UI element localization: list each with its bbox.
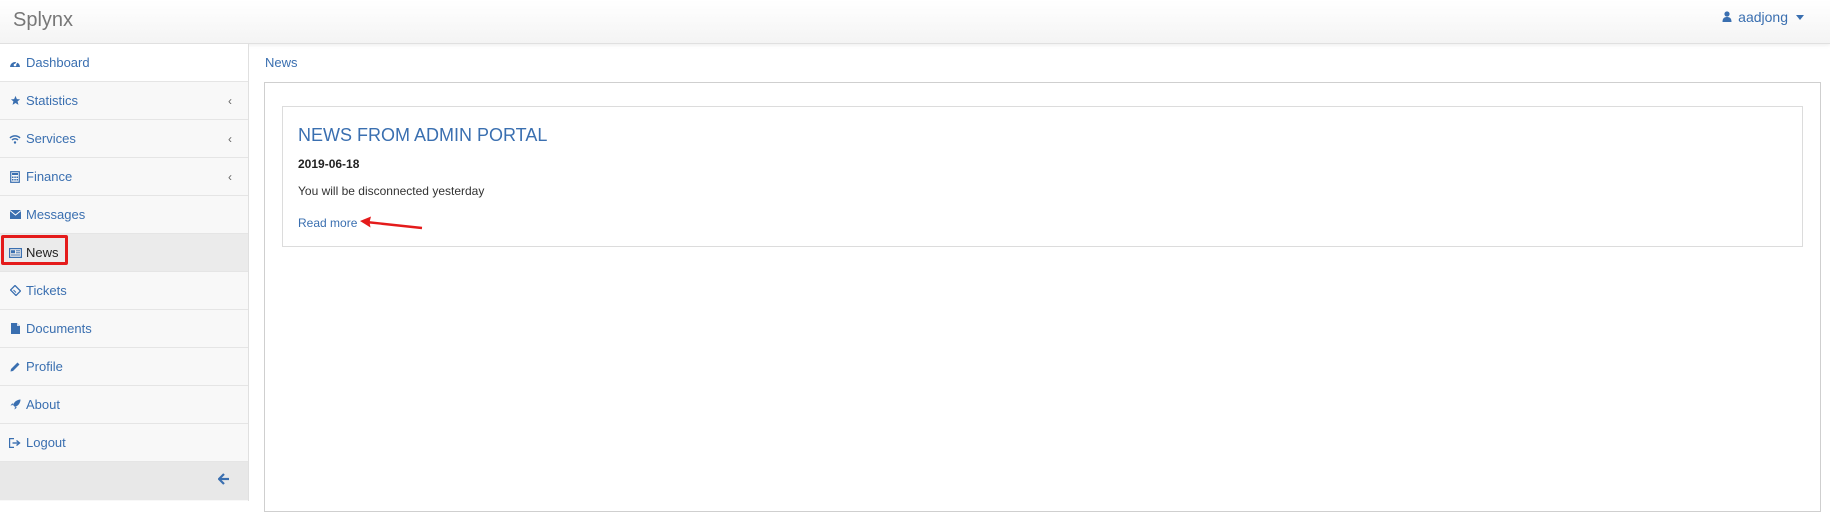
- arrow-left-icon[interactable]: [217, 472, 230, 488]
- sidebar-item-label: Tickets: [26, 283, 67, 298]
- breadcrumb[interactable]: News: [265, 55, 298, 70]
- sign-out-icon: [8, 436, 22, 450]
- sidebar-item-label: Statistics: [26, 93, 79, 108]
- chevron-left-icon: ‹: [228, 170, 232, 184]
- news-text: You will be disconnected yesterday: [298, 184, 485, 198]
- chevron-left-icon: ‹: [228, 132, 232, 146]
- brand-logo[interactable]: Splynx: [13, 9, 73, 32]
- envelope-icon: [8, 208, 22, 222]
- ticket-icon: [8, 284, 22, 298]
- read-more-link[interactable]: Read more: [298, 216, 357, 230]
- sidebar-item-profile[interactable]: Profile: [0, 348, 248, 386]
- top-navbar: Splynx aadjong: [0, 0, 1830, 44]
- sidebar-item-label: News: [26, 245, 59, 260]
- sidebar-item-statistics[interactable]: Statistics ‹: [0, 82, 248, 120]
- wifi-icon: [8, 132, 22, 146]
- sidebar-item-label: About: [26, 397, 60, 412]
- sidebar-item-label: Profile: [26, 359, 63, 374]
- star-icon: [8, 94, 22, 108]
- user-icon: [1722, 9, 1732, 25]
- calculator-icon: [8, 170, 22, 184]
- sidebar-item-label: Messages: [26, 207, 86, 222]
- sidebar-item-label: Services: [26, 131, 76, 146]
- sidebar-item-label: Documents: [26, 321, 92, 336]
- sidebar-item-tickets[interactable]: Tickets: [0, 272, 248, 310]
- sidebar-item-documents[interactable]: Documents: [0, 310, 248, 348]
- sidebar-collapse-bar[interactable]: [0, 462, 248, 500]
- chevron-down-icon: [1796, 14, 1804, 20]
- sidebar-item-about[interactable]: About: [0, 386, 248, 424]
- dashboard-icon: [8, 56, 22, 70]
- sidebar-item-label: Finance: [26, 169, 73, 184]
- sidebar-item-dashboard[interactable]: Dashboard: [0, 44, 248, 82]
- sidebar-item-news[interactable]: News: [0, 234, 248, 272]
- chevron-left-icon: ‹: [228, 94, 232, 108]
- rocket-icon: [8, 398, 22, 412]
- sidebar-item-finance[interactable]: Finance ‹: [0, 158, 248, 196]
- user-menu[interactable]: aadjong: [1722, 9, 1804, 25]
- username: aadjong: [1738, 9, 1788, 25]
- news-title[interactable]: NEWS FROM ADMIN PORTAL: [298, 125, 547, 146]
- sidebar-item-label: Logout: [26, 435, 66, 450]
- sidebar-item-logout[interactable]: Logout: [0, 424, 248, 462]
- sidebar: Dashboard Statistics ‹ Services ‹ Financ…: [0, 44, 249, 501]
- sidebar-item-services[interactable]: Services ‹: [0, 120, 248, 158]
- newspaper-icon: [8, 246, 22, 260]
- sidebar-item-messages[interactable]: Messages: [0, 196, 248, 234]
- sidebar-item-label: Dashboard: [26, 55, 90, 70]
- news-date: 2019-06-18: [298, 157, 360, 171]
- file-icon: [8, 322, 22, 336]
- pencil-icon: [8, 360, 22, 374]
- annotation-arrow-icon: [360, 216, 423, 230]
